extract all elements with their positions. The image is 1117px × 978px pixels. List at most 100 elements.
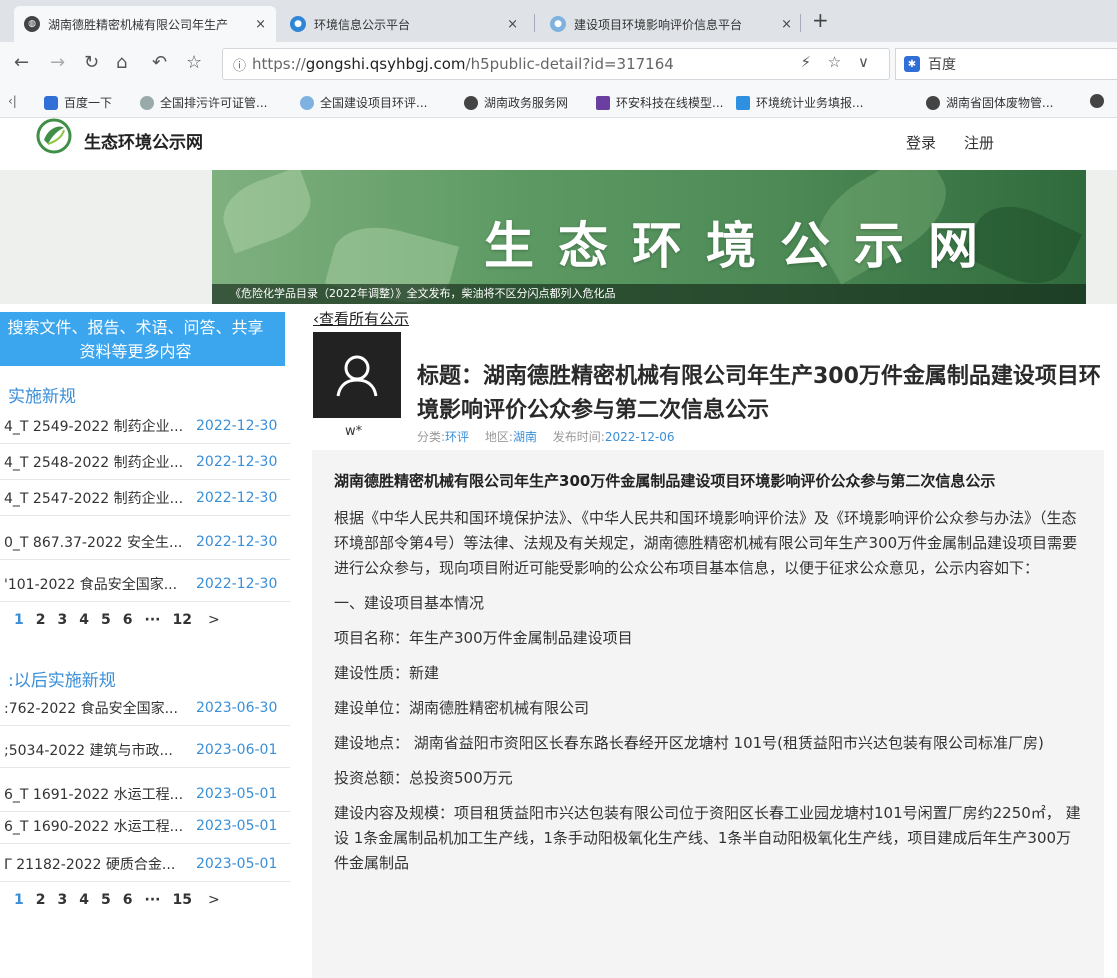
list-item[interactable]: 4_T 2548-2022 制药企业... 2022-12-30 bbox=[0, 444, 290, 480]
reload-icon[interactable]: ↻ bbox=[84, 52, 99, 73]
meta-region[interactable]: 湖南 bbox=[513, 430, 537, 444]
home-icon[interactable]: ⌂ bbox=[116, 52, 127, 73]
section-title-new-rules[interactable]: 实施新规 bbox=[8, 382, 76, 407]
item-date: 2022-12-30 bbox=[196, 533, 278, 550]
search-engine-box[interactable]: ✱ 百度 bbox=[895, 48, 1117, 80]
item-title: 0_T 867.37-2022 安全生... bbox=[4, 534, 183, 551]
bookmark-item[interactable]: 百度一下 bbox=[44, 94, 112, 111]
bookmark-item[interactable]: 全国建设项目环评... bbox=[300, 94, 427, 111]
next-page-icon[interactable]: > bbox=[208, 612, 220, 628]
bookmark-item[interactable]: 湖南政务服务网 bbox=[464, 94, 568, 111]
baidu-paw-icon bbox=[44, 95, 58, 110]
address-tools-icon[interactable]: ⚡ ☆ ∨ bbox=[801, 53, 876, 71]
item-date: 2023-05-01 bbox=[196, 817, 278, 834]
paragraph: 一、建设项目基本情况 bbox=[334, 594, 485, 612]
page-link[interactable]: 12 bbox=[172, 612, 191, 628]
page-link[interactable]: 4 bbox=[79, 612, 89, 628]
bookmark-label: 湖南省固体废物管... bbox=[946, 96, 1054, 110]
page-link[interactable]: 4 bbox=[79, 892, 89, 908]
list-item[interactable]: '101-2022 食品安全国家... 2022-12-30 bbox=[0, 566, 290, 602]
close-icon[interactable]: × bbox=[247, 17, 266, 32]
item-date: 2022-12-30 bbox=[196, 489, 278, 506]
bookmark-item[interactable]: 湖南省固体废物管... bbox=[926, 94, 1053, 111]
page-link[interactable]: 6 bbox=[123, 612, 133, 628]
bookmark-item[interactable]: 环境统计业务填报... bbox=[736, 94, 863, 111]
site-logo-icon[interactable] bbox=[36, 118, 72, 154]
item-date: 2022-12-30 bbox=[196, 453, 278, 470]
bookmark-label: 全国排污许可证管... bbox=[160, 96, 268, 110]
pagination: 1 2 3 4 5 6 ··· 15 > bbox=[14, 892, 220, 908]
news-ticker[interactable]: 《危险化学品目录（2022年调整）》全文发布，柴油将不区分闪点都列入危化品 bbox=[212, 284, 1086, 304]
paragraph: 根据《中华人民共和国环境保护法》、《中华人民共和国环境影响评价法》及《环境影响评… bbox=[334, 509, 1078, 577]
page-link[interactable]: 3 bbox=[58, 892, 68, 908]
avatar bbox=[313, 332, 401, 418]
page-title: 标题：湖南德胜精密机械有限公司年生产300万件金属制品建设项目环境影响评价公众参… bbox=[417, 364, 1101, 423]
next-page-icon[interactable]: > bbox=[208, 892, 220, 908]
page-link[interactable]: 2 bbox=[36, 892, 46, 908]
page-link[interactable]: 1 bbox=[14, 612, 24, 628]
bookmarks-collapse-icon[interactable]: ‹| bbox=[8, 94, 17, 108]
page-link[interactable]: 5 bbox=[101, 892, 111, 908]
close-icon[interactable]: × bbox=[773, 17, 792, 32]
url-input[interactable]: ⓘ https://gongshi.qsyhbgj.com/h5public-d… bbox=[222, 48, 890, 80]
tab-label: 环境信息公示平台 bbox=[314, 17, 411, 32]
section-title-upcoming-rules[interactable]: :以后实施新规 bbox=[8, 666, 116, 691]
list-item[interactable]: ;5034-2022 建筑与市政... 2023-06-01 bbox=[0, 732, 290, 768]
bookmark-item[interactable] bbox=[1090, 94, 1110, 108]
sidebar: 搜索文件、报告、术语、问答、共享资料等更多内容 实施新规 4_T 2549-20… bbox=[0, 304, 296, 978]
item-date: 2023-06-30 bbox=[196, 699, 278, 716]
tab-divider bbox=[534, 14, 535, 32]
back-to-all-link[interactable]: ‹查看所有公示 bbox=[313, 308, 409, 329]
tab-eia-platform[interactable]: ● 建设项目环境影响评价信息平台 × bbox=[540, 6, 802, 42]
bookmark-item[interactable]: 全国排污许可证管... bbox=[140, 94, 267, 111]
paragraph: 建设地点： 湖南省益阳市资阳区长春东路长春经开区龙塘村 101号(租赁益阳市兴达… bbox=[334, 734, 1044, 752]
search-engine-label: 百度 bbox=[928, 57, 956, 73]
meta-category[interactable]: 环评 bbox=[445, 430, 469, 444]
bookmark-label: 全国建设项目环评... bbox=[320, 96, 428, 110]
list-item[interactable]: 6_T 1691-2022 水运工程... 2023-05-01 bbox=[0, 776, 290, 812]
list-item[interactable]: 4_T 2549-2022 制药企业... 2022-12-30 bbox=[0, 408, 290, 444]
bookmark-label: 环境统计业务填报... bbox=[756, 96, 864, 110]
page-link[interactable]: 3 bbox=[58, 612, 68, 628]
page-link[interactable]: 2 bbox=[36, 612, 46, 628]
close-icon[interactable]: × bbox=[499, 17, 518, 32]
item-title: 4_T 2548-2022 制药企业... bbox=[4, 454, 184, 471]
register-link[interactable]: 注册 bbox=[964, 132, 994, 153]
globe-icon: ◍ bbox=[24, 16, 40, 32]
globe-icon bbox=[926, 95, 940, 110]
back-icon[interactable]: ← bbox=[14, 52, 29, 73]
list-item[interactable]: 6_T 1690-2022 水运工程... 2023-05-01 bbox=[0, 808, 290, 844]
site-favicon-icon: ● bbox=[290, 16, 306, 32]
user-icon bbox=[336, 355, 378, 397]
bookmark-item[interactable]: 环安科技在线模型... bbox=[596, 94, 723, 111]
paragraph: 建设单位：湖南德胜精密机械有限公司 bbox=[334, 699, 590, 717]
paragraph: 建设性质：新建 bbox=[334, 664, 440, 682]
page-link[interactable]: 6 bbox=[123, 892, 133, 908]
site-favicon-icon bbox=[140, 95, 154, 110]
search-cta-button[interactable]: 搜索文件、报告、术语、问答、共享资料等更多内容 bbox=[0, 312, 285, 366]
list-item[interactable]: :762-2022 食品安全国家... 2023-06-30 bbox=[0, 690, 290, 726]
undo-icon[interactable]: ↶ bbox=[152, 52, 167, 73]
list-item[interactable]: 4_T 2547-2022 制药企业... 2022-12-30 bbox=[0, 480, 290, 516]
list-item[interactable]: Γ 21182-2022 硬质合金... 2023-05-01 bbox=[0, 846, 290, 882]
meta-label: 分类: bbox=[417, 430, 446, 444]
list-item[interactable]: 0_T 867.37-2022 安全生... 2022-12-30 bbox=[0, 524, 290, 560]
back-link-label: 查看所有公示 bbox=[319, 310, 410, 328]
star-icon[interactable]: ☆ bbox=[186, 52, 202, 73]
url-path: /h5public-detail?id=317164 bbox=[465, 55, 674, 73]
baidu-paw-icon: ✱ bbox=[904, 56, 920, 72]
page-link[interactable]: 1 bbox=[14, 892, 24, 908]
paragraph: 建设内容及规模：项目租赁益阳市兴达包装有限公司位于资阳区长春工业园龙塘村101号… bbox=[334, 804, 1081, 872]
item-title: ;5034-2022 建筑与市政... bbox=[4, 742, 173, 759]
site-name[interactable]: 生态环境公示网 bbox=[84, 128, 203, 153]
tab-current[interactable]: ◍ 湖南德胜精密机械有限公司年生产 × bbox=[14, 6, 276, 42]
new-tab-button[interactable]: + bbox=[812, 8, 829, 32]
page-link[interactable]: 5 bbox=[101, 612, 111, 628]
forward-icon[interactable]: → bbox=[50, 52, 65, 73]
login-link[interactable]: 登录 bbox=[906, 132, 936, 153]
bookmark-label: 百度一下 bbox=[64, 96, 113, 110]
tab-env-info[interactable]: ● 环境信息公示平台 × bbox=[280, 6, 528, 42]
page-link[interactable]: 15 bbox=[172, 892, 191, 908]
globe-icon bbox=[464, 95, 478, 110]
item-title: :762-2022 食品安全国家... bbox=[4, 700, 178, 717]
